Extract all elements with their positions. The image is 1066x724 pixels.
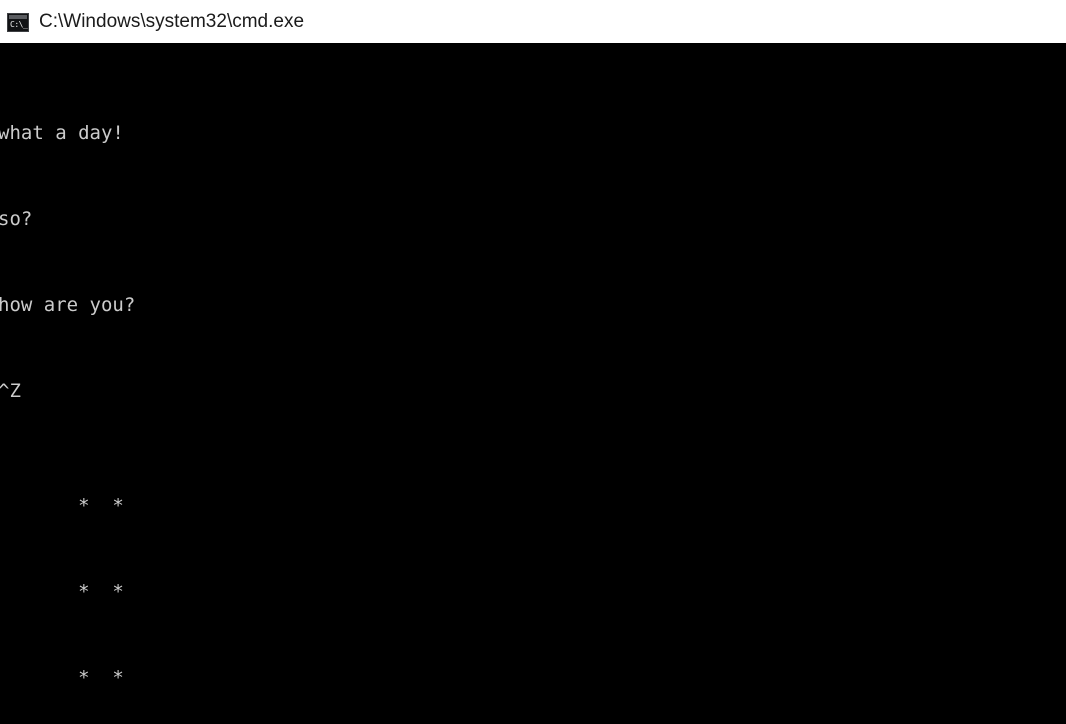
console-line: what a day!	[0, 122, 124, 145]
console-line: so?	[0, 208, 33, 231]
cmd-icon-prompt-text: C:\_	[10, 19, 28, 29]
window-title-text: C:\Windows\system32\cmd.exe	[39, 10, 305, 32]
console-text-buffer: what a day! so? how are you? ^Z * * * * …	[0, 43, 1066, 724]
histogram-row: * *	[0, 581, 124, 604]
cmd-icon-titlebar-strip	[9, 14, 27, 19]
console-line-eof-marker: ^Z	[0, 380, 21, 403]
cmd-window: C:\_ C:\Windows\system32\cmd.exe what a …	[0, 0, 1066, 724]
histogram-row: * *	[0, 667, 124, 690]
histogram-row: * *	[0, 495, 124, 518]
cmd-console-icon: C:\_	[7, 12, 29, 32]
console-output-area[interactable]: what a day! so? how are you? ^Z * * * * …	[0, 43, 1066, 724]
window-titlebar[interactable]: C:\_ C:\Windows\system32\cmd.exe	[0, 0, 1066, 43]
console-line: how are you?	[0, 294, 136, 317]
